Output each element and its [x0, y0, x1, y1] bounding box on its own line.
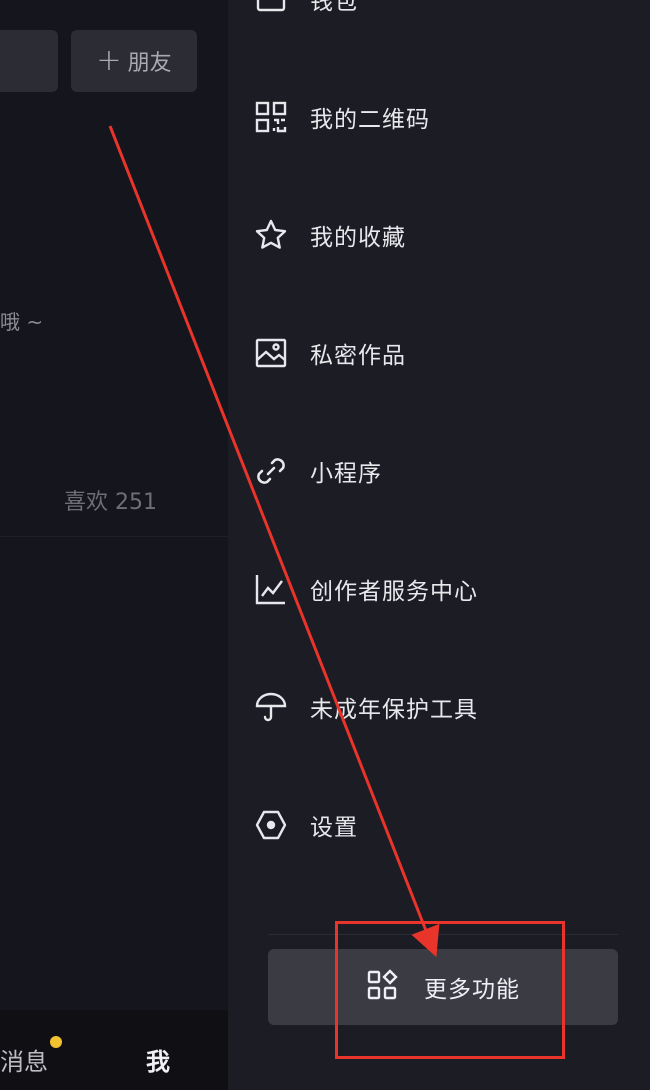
notification-dot	[50, 1036, 62, 1048]
drawer-item-mini-programs[interactable]: 小程序	[252, 446, 382, 496]
nav-messages[interactable]: 消息	[0, 1042, 48, 1077]
plus-icon: +	[96, 43, 122, 78]
drawer-item-label: 未成年保护工具	[310, 697, 478, 723]
profile-bio: 哦 ~	[0, 310, 44, 334]
drawer-item-minor-protection[interactable]: 未成年保护工具	[252, 682, 478, 732]
wallet-icon	[252, 0, 290, 18]
drawer-item-settings[interactable]: 设置	[252, 800, 358, 850]
nav-me[interactable]: 我	[146, 1042, 170, 1077]
likes-tab[interactable]: 喜欢 251	[64, 484, 157, 516]
divider	[0, 536, 228, 537]
settings-icon	[252, 806, 290, 844]
star-icon	[252, 216, 290, 254]
umbrella-icon	[252, 688, 290, 726]
drawer-item-label: 设置	[310, 815, 358, 841]
drawer-item-creator-center[interactable]: 创作者服务中心	[252, 564, 478, 614]
drawer-item-wallet[interactable]: 钱包	[252, 0, 358, 24]
drawer-item-private-works[interactable]: 私密作品	[252, 328, 406, 378]
drawer-item-label: 小程序	[310, 461, 382, 487]
edit-profile-button[interactable]	[0, 30, 58, 92]
add-friend-label: 朋友	[127, 51, 172, 76]
profile-panel: + 朋友 哦 ~ 喜欢 251	[0, 0, 228, 1090]
qr-code-icon	[252, 98, 290, 136]
drawer-item-qr-code[interactable]: 我的二维码	[252, 92, 430, 142]
highlight-box	[335, 921, 565, 1059]
link-icon	[252, 452, 290, 490]
drawer-item-label: 我的二维码	[310, 107, 430, 133]
drawer-item-label: 钱包	[310, 0, 358, 15]
likes-count: 251	[115, 490, 158, 515]
image-icon	[252, 334, 290, 372]
drawer-item-label: 创作者服务中心	[310, 579, 478, 605]
drawer-item-label: 我的收藏	[310, 225, 406, 251]
chart-icon	[252, 570, 290, 608]
add-friend-button[interactable]: + 朋友	[71, 30, 197, 92]
drawer-item-label: 私密作品	[310, 343, 406, 369]
likes-label: 喜欢	[64, 490, 109, 515]
drawer-item-favorites[interactable]: 我的收藏	[252, 210, 406, 260]
